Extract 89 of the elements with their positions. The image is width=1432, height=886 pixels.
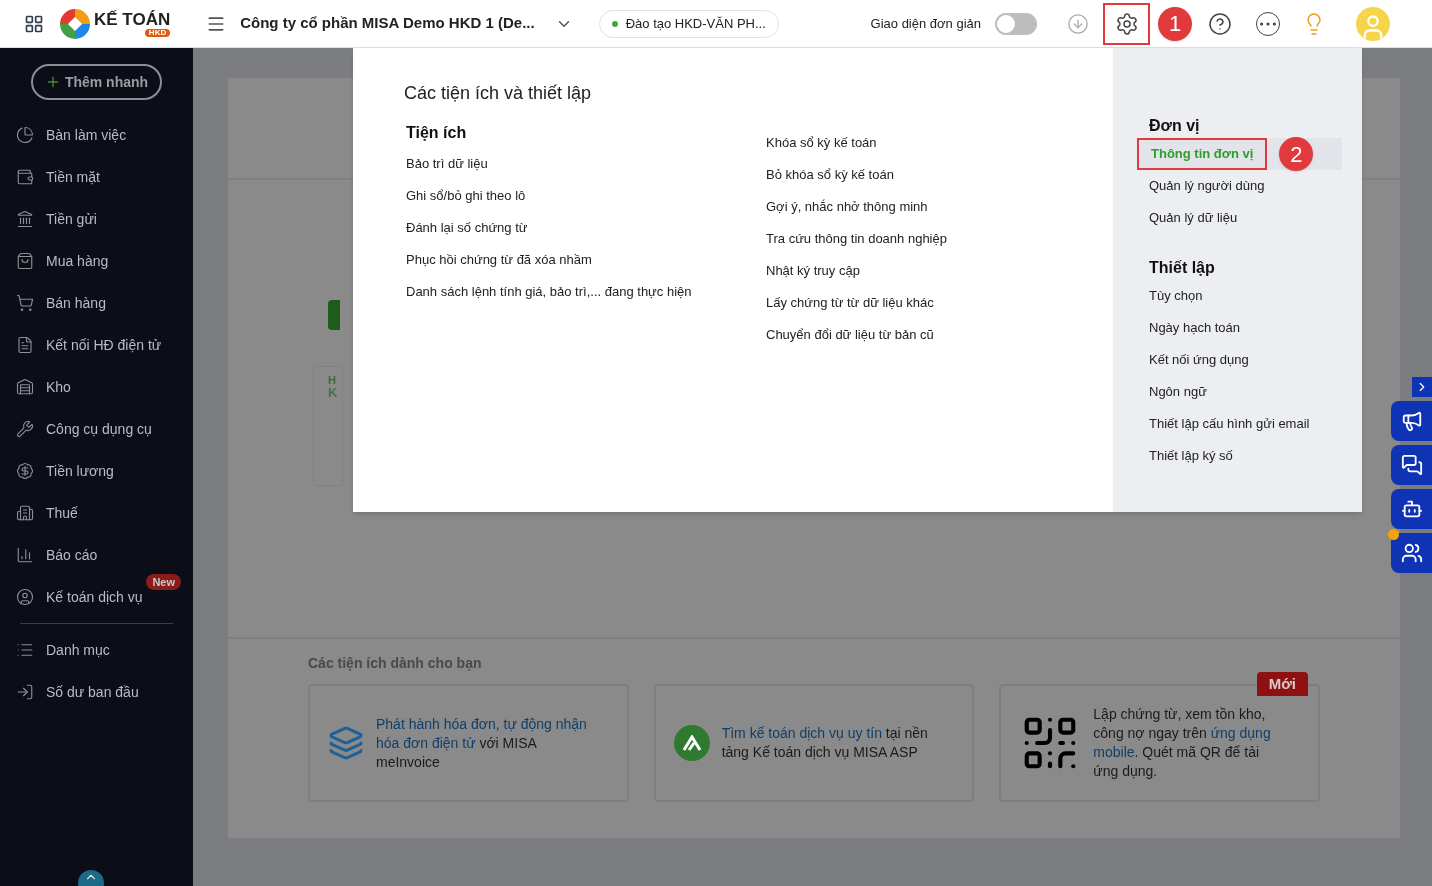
bar-chart-icon xyxy=(16,546,34,564)
menu-item[interactable]: Kết nối ứng dụng xyxy=(1137,344,1261,376)
new-ribbon: Mới xyxy=(1256,672,1308,696)
warehouse-icon xyxy=(16,378,34,396)
bag-icon xyxy=(16,252,34,270)
simple-mode-label: Giao diện đơn giản xyxy=(870,14,981,33)
new-badge: New xyxy=(146,574,181,590)
floating-button[interactable] xyxy=(1391,489,1432,529)
menu-item[interactable]: Gợi ý, nhắc nhở thông minh xyxy=(766,191,947,223)
card-text: với MISA xyxy=(478,734,537,751)
menu-item[interactable]: Nhật ký truy cập xyxy=(766,255,947,287)
building-icon xyxy=(16,504,34,522)
apps-grid-icon[interactable] xyxy=(24,13,44,34)
dollar-badge-icon xyxy=(16,462,34,480)
menu-item[interactable]: Phục hồi chứng từ đã xóa nhầm xyxy=(404,244,766,276)
step-marker: 2 xyxy=(1279,137,1314,171)
card-text: K xyxy=(328,386,339,399)
menu-item[interactable]: Bỏ khóa sổ kỳ kế toán xyxy=(766,159,947,191)
robot-icon xyxy=(1400,498,1423,520)
chat-icon xyxy=(1400,454,1423,476)
menu-item[interactable]: Thiết lập ký số xyxy=(1137,440,1245,472)
menu-item[interactable]: Quản lý người dùng xyxy=(1137,170,1277,202)
brand-badge: HKD xyxy=(144,28,171,37)
import-icon xyxy=(16,683,34,701)
expand-tab[interactable] xyxy=(1412,377,1432,397)
menu-item[interactable]: Quản lý dữ liệu xyxy=(1137,202,1250,234)
user-circle-icon xyxy=(16,588,34,606)
section-heading: Thiết lập xyxy=(1148,258,1216,278)
sidebar-item[interactable]: Tiền lương xyxy=(46,460,114,482)
sidebar-item[interactable]: Số dư ban đầu xyxy=(46,681,139,703)
document-icon xyxy=(16,336,34,354)
sidebar-item[interactable]: Bàn làm việc xyxy=(46,124,127,146)
card-text: meInvoice xyxy=(376,753,440,770)
card-text: ứng dụng. xyxy=(1093,763,1158,779)
list-icon xyxy=(16,641,34,659)
pie-chart-icon xyxy=(16,126,34,144)
menu-item[interactable]: Đánh lại số chứng từ xyxy=(404,212,766,244)
company-name[interactable]: Công ty cổ phần MISA Demo HKD 1 (De... xyxy=(240,12,535,35)
menu-item[interactable]: Khóa sổ kỳ kế toán xyxy=(766,127,947,159)
sidebar-item[interactable]: Danh mục xyxy=(46,639,110,661)
card-text: . Quét mã QR để tải xyxy=(1134,744,1260,760)
help-icon[interactable] xyxy=(1208,11,1232,36)
section-heading: Tiện ích xyxy=(405,123,468,143)
asp-logo-icon xyxy=(673,725,710,761)
sidebar-item[interactable]: Công cụ dụng cụ xyxy=(46,418,152,440)
layers-logo-icon xyxy=(328,725,364,761)
menu-item[interactable]: Bảo trì dữ liệu xyxy=(404,148,766,180)
bank-icon xyxy=(16,210,34,228)
sidebar-item[interactable]: Tiền mặt xyxy=(46,166,100,188)
card-text: tảng Kế toán dịch vụ MISA ASP xyxy=(721,744,918,760)
menu-item[interactable]: Ghi sổ/bỏ ghi theo lô xyxy=(404,180,766,212)
cart-icon xyxy=(16,294,34,312)
menu-item[interactable]: Tùy chọn xyxy=(1137,280,1215,312)
sidebar-item[interactable]: Kế toán dịch vụ xyxy=(46,586,143,608)
settings-icon xyxy=(1114,11,1139,36)
megaphone-icon xyxy=(1400,410,1423,432)
wrench-icon xyxy=(16,420,34,438)
sidebar-item[interactable]: Tiền gửi xyxy=(46,208,97,230)
floating-button[interactable] xyxy=(1391,401,1432,441)
floating-button[interactable] xyxy=(1391,445,1432,485)
card-text: Lập chứng từ, xem tồn kho, xyxy=(1093,706,1266,722)
sidebar-item[interactable]: Kho xyxy=(46,376,71,398)
menu-item[interactable]: Lấy chứng từ từ dữ liệu khác xyxy=(766,287,947,319)
card-text: tại nền xyxy=(884,725,928,741)
sidebar-item[interactable]: Bán hàng xyxy=(46,292,106,314)
sidebar-item[interactable]: Kết nối HĐ điện tử xyxy=(46,334,162,356)
menu-title: Các tiện ích và thiết lập xyxy=(404,82,593,105)
utility-card[interactable]: Tìm kế toán dịch vụ uy tín tại nền tảng Kế toán dịch vụ MISA ASP xyxy=(653,684,975,802)
wallet-icon xyxy=(16,168,34,186)
card-text: H xyxy=(328,375,337,386)
brand-name: KẾ TOÁN xyxy=(94,10,171,28)
step-marker: 1 xyxy=(1158,6,1192,41)
menu-item[interactable]: Chuyển đổi dữ liệu từ bản cũ xyxy=(766,319,947,351)
logo-icon xyxy=(60,8,90,39)
sidebar-item[interactable]: Báo cáo xyxy=(46,544,98,566)
section-heading: Đơn vị xyxy=(1148,116,1201,136)
community-icon xyxy=(1400,542,1423,564)
menu-item[interactable]: Ngày hạch toán xyxy=(1137,312,1253,344)
section-title: Các tiện ích dành cho bạn xyxy=(308,654,483,673)
quick-add-button[interactable]: Thêm nhanh xyxy=(30,64,163,100)
simple-mode-switch[interactable] xyxy=(995,12,1037,35)
settings-button[interactable] xyxy=(1103,2,1150,45)
menu-item[interactable]: Danh sách lệnh tính giá, bảo trì,... đang thực hiện xyxy=(404,276,766,308)
sidebar-item[interactable]: Mua hàng xyxy=(46,250,109,272)
menu-item[interactable]: Ngôn ngữ xyxy=(1137,376,1219,408)
menu-item[interactable]: Thiết lập cấu hình gửi email xyxy=(1137,408,1322,440)
card-text: công nợ ngay trên xyxy=(1093,725,1208,741)
menu-item[interactable]: Tra cứu thông tin doanh nghiệp xyxy=(766,223,947,255)
sidebar-item[interactable]: Thuế xyxy=(46,502,78,524)
